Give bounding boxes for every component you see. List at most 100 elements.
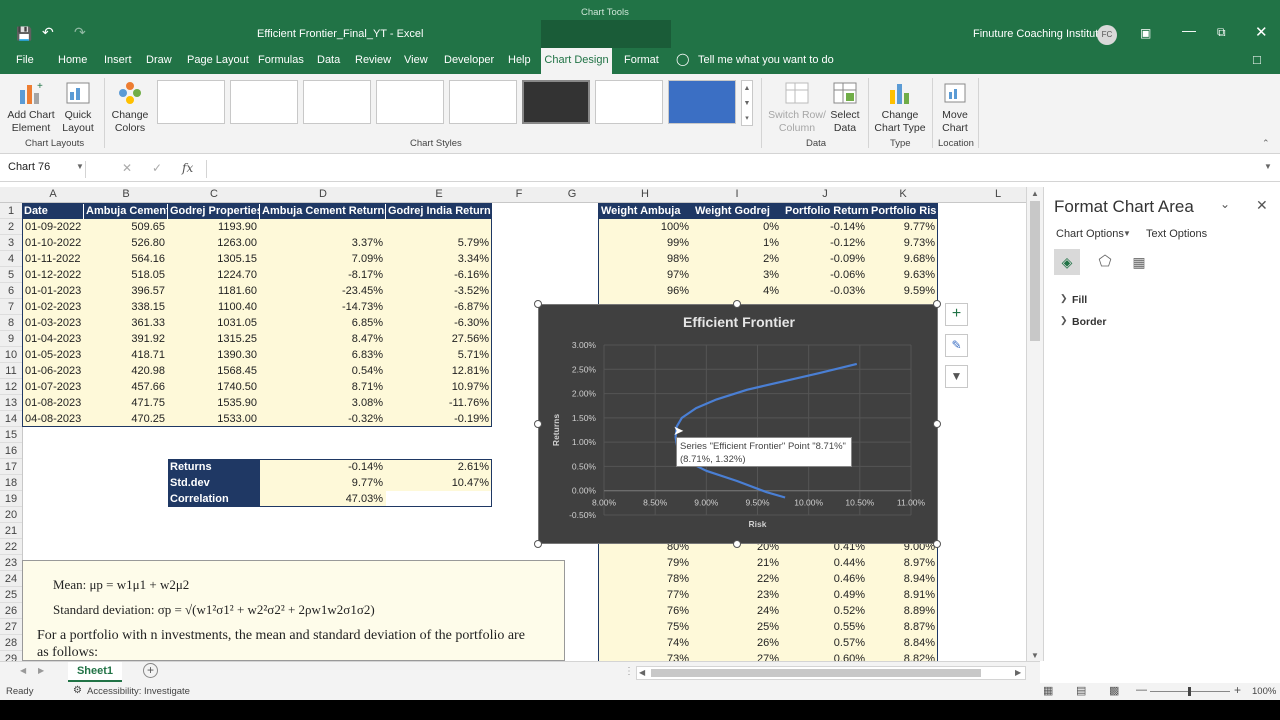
row-header[interactable]: 5 bbox=[0, 267, 22, 283]
resize-handle-tc[interactable] bbox=[733, 300, 741, 308]
change-colors-button[interactable]: Change Colors bbox=[108, 80, 152, 135]
redo-icon[interactable]: ↷ bbox=[74, 24, 86, 41]
chart-style-3[interactable] bbox=[303, 80, 371, 124]
table1-cell[interactable]: -14.73% bbox=[260, 299, 386, 315]
prev-sheet-icon[interactable]: ◀ bbox=[20, 666, 26, 675]
table1-cell[interactable]: 1263.00 bbox=[168, 235, 260, 251]
resize-handle-tr[interactable] bbox=[933, 300, 941, 308]
chart-style-8[interactable] bbox=[668, 80, 736, 124]
col-A[interactable]: A bbox=[22, 188, 84, 200]
row-header[interactable]: 21 bbox=[0, 523, 22, 539]
table2-cell[interactable]: 75% bbox=[598, 619, 692, 635]
table2-cell[interactable]: -0.06% bbox=[782, 267, 868, 283]
table1-cell[interactable]: 420.98 bbox=[84, 363, 168, 379]
table1-cell[interactable]: 04-08-2023 bbox=[22, 411, 84, 427]
zoom-level[interactable]: 100% bbox=[1252, 686, 1276, 697]
zoom-in-icon[interactable]: + bbox=[1234, 683, 1241, 697]
col-J[interactable]: J bbox=[782, 188, 868, 200]
row-header[interactable]: 13 bbox=[0, 395, 22, 411]
table1-cell[interactable]: 1740.50 bbox=[168, 379, 260, 395]
row-header[interactable]: 15 bbox=[0, 427, 22, 443]
table1-cell[interactable]: -23.45% bbox=[260, 283, 386, 299]
row-header[interactable]: 28 bbox=[0, 635, 22, 651]
scroll-up-icon[interactable]: ▲ bbox=[1031, 189, 1039, 198]
table2-cell[interactable]: 8.97% bbox=[868, 555, 938, 571]
table1-header[interactable]: Godrej Properties bbox=[168, 203, 260, 219]
table1-cell[interactable]: -6.30% bbox=[386, 315, 492, 331]
chart-style-7[interactable] bbox=[595, 80, 663, 124]
table2-cell[interactable]: 0.55% bbox=[782, 619, 868, 635]
row-header[interactable]: 7 bbox=[0, 299, 22, 315]
horizontal-scrollbar[interactable]: ◀ ▶ bbox=[636, 666, 1026, 680]
zoom-slider[interactable] bbox=[1150, 687, 1230, 696]
stats-d[interactable]: 47.03% bbox=[260, 491, 386, 507]
stats-e[interactable]: 2.61% bbox=[386, 459, 492, 475]
avatar[interactable]: FC bbox=[1097, 25, 1117, 45]
row-header[interactable]: 19 bbox=[0, 491, 22, 507]
table1-cell[interactable]: 1181.60 bbox=[168, 283, 260, 299]
stats-d[interactable]: -0.14% bbox=[260, 459, 386, 475]
table2-cell[interactable]: 74% bbox=[598, 635, 692, 651]
table1-cell[interactable]: 470.25 bbox=[84, 411, 168, 427]
resize-handle-mr[interactable] bbox=[933, 420, 941, 428]
table2-cell[interactable]: 98% bbox=[598, 251, 692, 267]
add-sheet-icon[interactable]: + bbox=[143, 663, 158, 678]
scroll-thumb[interactable] bbox=[1030, 201, 1040, 341]
text-options-tab[interactable]: Text Options bbox=[1146, 228, 1207, 240]
col-B[interactable]: B bbox=[84, 188, 168, 200]
menu-chart-design[interactable]: Chart Design bbox=[541, 48, 612, 74]
table1-cell[interactable]: 01-01-2023 bbox=[22, 283, 84, 299]
col-I[interactable]: I bbox=[692, 188, 782, 200]
table1-cell[interactable]: 10.97% bbox=[386, 379, 492, 395]
table1-cell[interactable]: 418.71 bbox=[84, 347, 168, 363]
scroll-left-icon[interactable]: ◀ bbox=[639, 668, 645, 677]
select-data-button[interactable]: Select Data bbox=[826, 80, 864, 135]
accessibility-status[interactable]: Accessibility: Investigate bbox=[87, 686, 190, 697]
table1-cell[interactable]: 01-08-2023 bbox=[22, 395, 84, 411]
row-header[interactable]: 9 bbox=[0, 331, 22, 347]
col-D[interactable]: D bbox=[260, 188, 386, 200]
table1-cell[interactable]: 01-04-2023 bbox=[22, 331, 84, 347]
row-header[interactable]: 17 bbox=[0, 459, 22, 475]
resize-handle-tl[interactable] bbox=[534, 300, 542, 308]
col-G[interactable]: G bbox=[546, 188, 598, 200]
row-header[interactable]: 16 bbox=[0, 443, 22, 459]
close-icon[interactable]: ✕ bbox=[1255, 23, 1268, 41]
table2-cell[interactable]: 8.91% bbox=[868, 587, 938, 603]
row-header[interactable]: 4 bbox=[0, 251, 22, 267]
minimize-icon[interactable]: — bbox=[1182, 22, 1196, 38]
table1-cell[interactable]: 01-03-2023 bbox=[22, 315, 84, 331]
table1-cell[interactable]: 1031.05 bbox=[168, 315, 260, 331]
chart-style-2[interactable] bbox=[230, 80, 298, 124]
menu-page-layout[interactable]: Page Layout bbox=[187, 54, 249, 66]
col-C[interactable]: C bbox=[168, 188, 260, 200]
table1-cell[interactable]: 01-05-2023 bbox=[22, 347, 84, 363]
sheet-tab-sheet1[interactable]: Sheet1 bbox=[68, 662, 122, 682]
scroll-down-icon[interactable]: ▼ bbox=[1031, 651, 1039, 660]
formula-image[interactable]: Mean: μp = w1μ1 + w2μ2 Standard deviatio… bbox=[22, 560, 565, 661]
table1-cell[interactable]: 1568.45 bbox=[168, 363, 260, 379]
table2-cell[interactable]: 4% bbox=[692, 283, 782, 299]
formula-input[interactable] bbox=[206, 160, 1270, 178]
table2-cell[interactable]: 79% bbox=[598, 555, 692, 571]
table1-cell[interactable]: 5.79% bbox=[386, 235, 492, 251]
table1-cell[interactable]: 01-09-2022 bbox=[22, 219, 84, 235]
table2-cell[interactable]: -0.12% bbox=[782, 235, 868, 251]
menu-draw[interactable]: Draw bbox=[146, 54, 172, 66]
table2-cell[interactable]: 26% bbox=[692, 635, 782, 651]
table2-cell[interactable]: 2% bbox=[692, 251, 782, 267]
table1-header[interactable]: Godrej India Returns bbox=[386, 203, 492, 219]
table1-cell[interactable]: 396.57 bbox=[84, 283, 168, 299]
menu-developer[interactable]: Developer bbox=[444, 54, 494, 66]
table2-cell[interactable]: 22% bbox=[692, 571, 782, 587]
cancel-icon[interactable]: ✕ bbox=[122, 161, 132, 175]
page-break-view-icon[interactable]: ▩ bbox=[1109, 684, 1119, 697]
comment-icon[interactable]: □ bbox=[1253, 52, 1261, 67]
table1-cell[interactable]: 509.65 bbox=[84, 219, 168, 235]
table2-cell[interactable]: 8.87% bbox=[868, 619, 938, 635]
enter-icon[interactable]: ✓ bbox=[152, 161, 162, 175]
table1-cell[interactable]: 1224.70 bbox=[168, 267, 260, 283]
restore-icon[interactable]: ⧉ bbox=[1217, 25, 1226, 40]
row-header[interactable]: 3 bbox=[0, 235, 22, 251]
efficient-frontier-chart[interactable]: Efficient Frontier 3.00% 2.50% 2.00% 1.50% 1.… bbox=[538, 304, 938, 544]
